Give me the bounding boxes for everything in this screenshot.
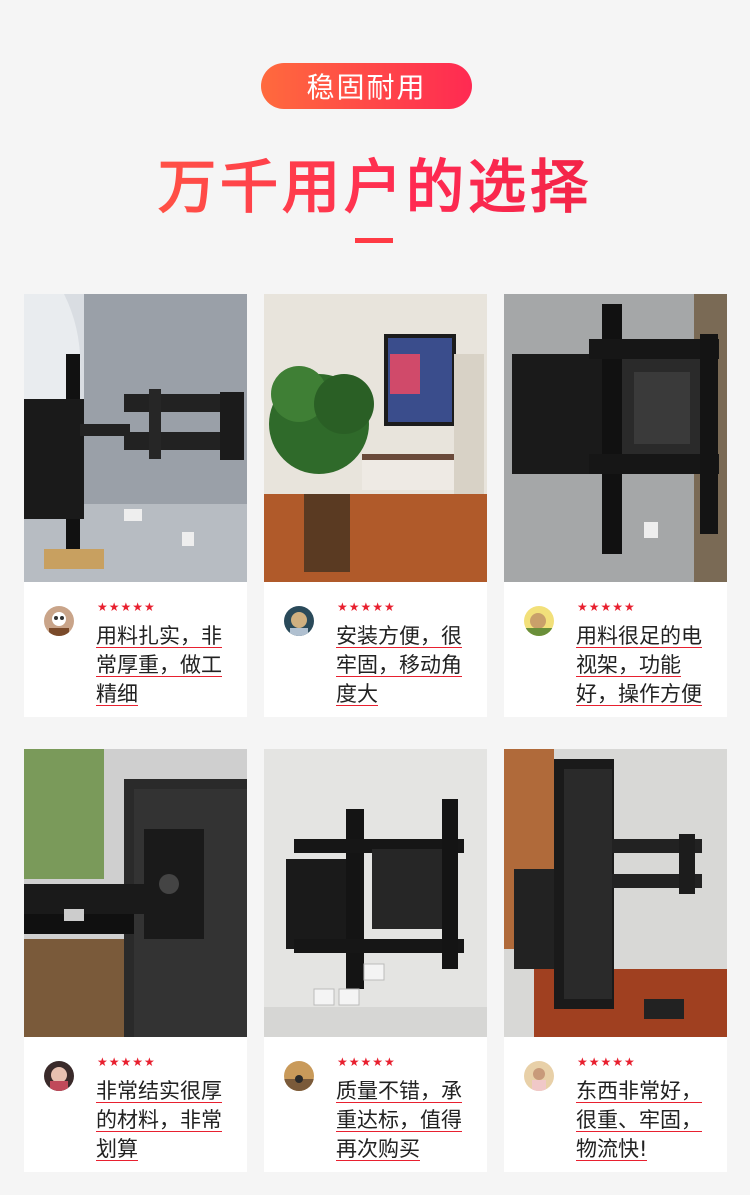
star-rating: ★★★★★ [577,600,636,614]
product-photo [504,749,727,1037]
review-text: 用料很足的电视架，功能好，操作方便 [576,624,702,706]
review-card: ★★★★★ 质量不错，承重达标，值得再次购买 [264,749,487,1172]
review-text: 东西非常好，很重、牢固，物流快! [576,1079,702,1161]
review-card: ★★★★★ 安装方便，很牢固，移动角度大 [264,294,487,717]
product-photo [24,749,247,1037]
product-photo [504,294,727,582]
product-photo [264,294,487,582]
star-rating: ★★★★★ [337,600,396,614]
title-divider [355,238,393,243]
star-rating: ★★★★★ [97,600,156,614]
user-avatar-icon [44,1061,74,1091]
user-avatar-icon [524,606,554,636]
header-badge: 稳固耐用 [261,63,472,109]
user-avatar-icon [284,606,314,636]
review-card: ★★★★★ 东西非常好，很重、牢固，物流快! [504,749,727,1172]
page-title: 万千用户的选择 [0,140,750,224]
review-text: 质量不错，承重达标，值得再次购买 [336,1079,462,1161]
user-avatar-icon [284,1061,314,1091]
star-rating: ★★★★★ [97,1055,156,1069]
review-card: ★★★★★ 非常结实很厚的材料，非常划算 [24,749,247,1172]
review-card: ★★★★★ 用料很足的电视架，功能好，操作方便 [504,294,727,717]
review-text: 用料扎实，非常厚重，做工精细 [96,624,222,706]
star-rating: ★★★★★ [337,1055,396,1069]
user-avatar-icon [44,606,74,636]
product-photo [264,749,487,1037]
product-photo [24,294,247,582]
review-text: 非常结实很厚的材料，非常划算 [96,1079,222,1161]
review-text: 安装方便，很牢固，移动角度大 [336,624,462,706]
star-rating: ★★★★★ [577,1055,636,1069]
user-avatar-icon [524,1061,554,1091]
review-card: ★★★★★ 用料扎实，非常厚重，做工精细 [24,294,247,717]
